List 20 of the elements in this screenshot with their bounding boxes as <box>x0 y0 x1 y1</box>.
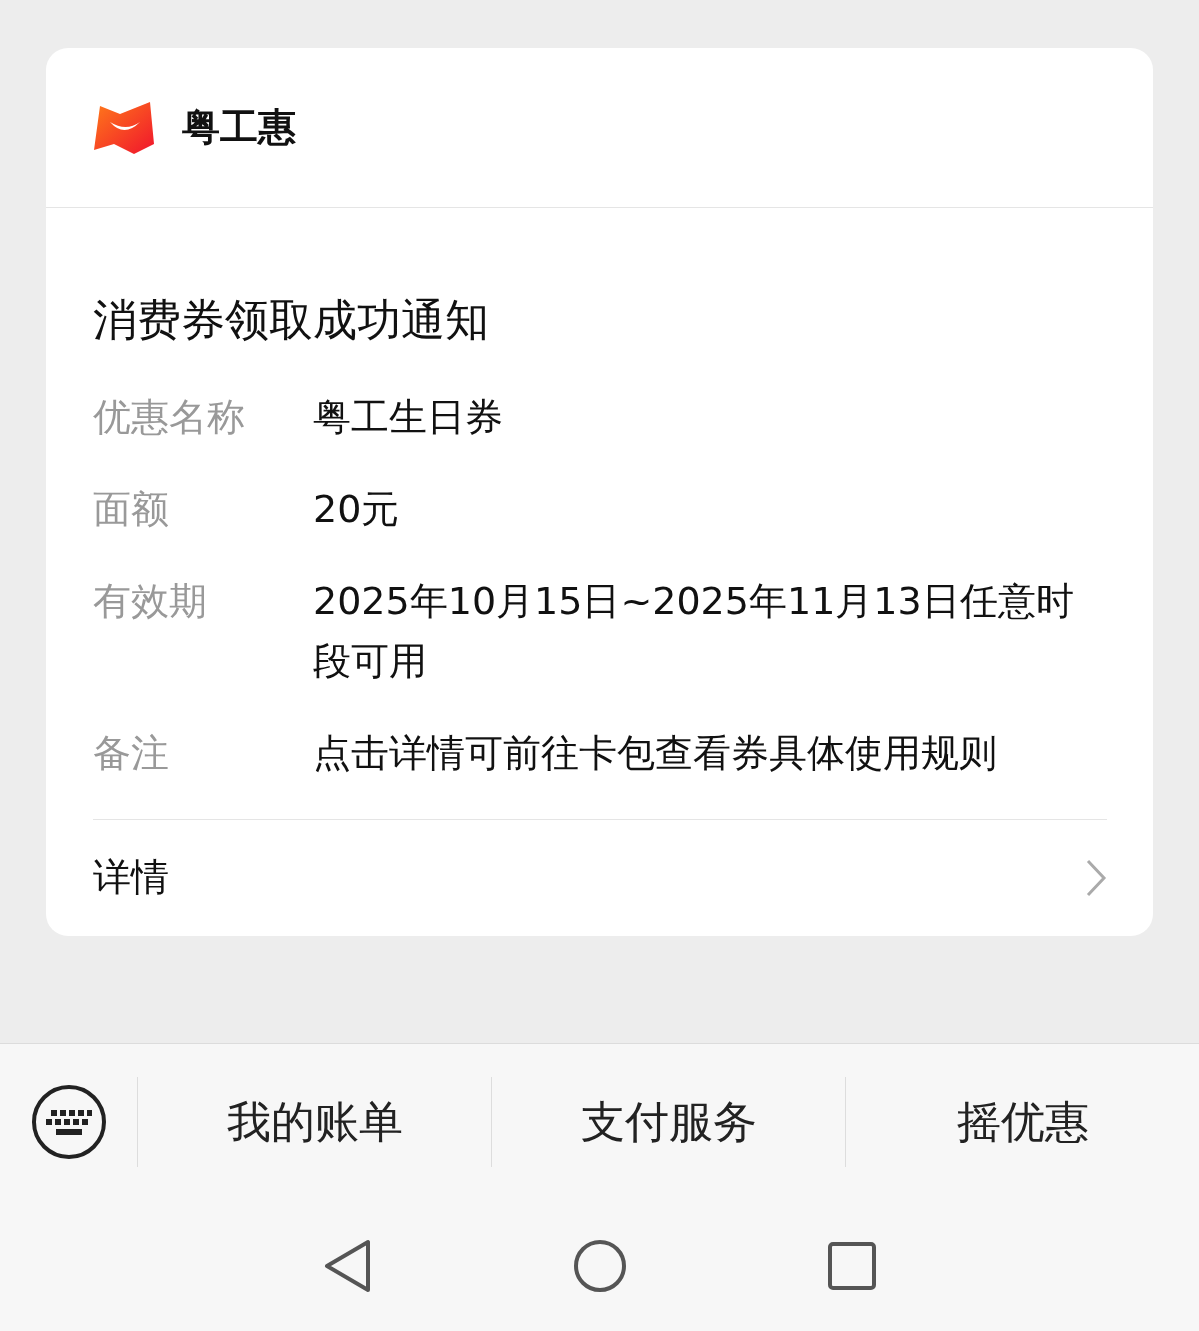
field-label: 备注 <box>93 729 170 777</box>
field-value: 2025年10月15日~2025年11月13日任意时段可用 <box>313 577 1075 685</box>
menu-button[interactable]: 支付服务 <box>491 1077 845 1167</box>
recent-apps-button[interactable] <box>826 1240 877 1291</box>
account-name: 粤工惠 <box>182 104 296 151</box>
keyboard-icon <box>30 1084 107 1160</box>
detail-link[interactable]: 详情 <box>93 819 1107 936</box>
field-label: 面额 <box>93 485 170 533</box>
logo-icon <box>94 99 156 156</box>
field-value: 粤工生日券 <box>313 393 504 441</box>
menu-button[interactable]: 我的账单 <box>137 1077 491 1167</box>
field-value: 20元 <box>313 485 401 533</box>
menu-button[interactable]: 摇优惠 <box>845 1077 1199 1167</box>
home-button[interactable] <box>572 1238 627 1293</box>
field-label: 有效期 <box>93 577 208 625</box>
field-value: 点击详情可前往卡包查看券具体使用规则 <box>313 729 998 777</box>
field-label: 优惠名称 <box>93 393 246 441</box>
message-title: 消费券领取成功通知 <box>93 294 490 347</box>
back-button[interactable] <box>322 1238 373 1293</box>
chevron-right-icon <box>1085 857 1107 898</box>
